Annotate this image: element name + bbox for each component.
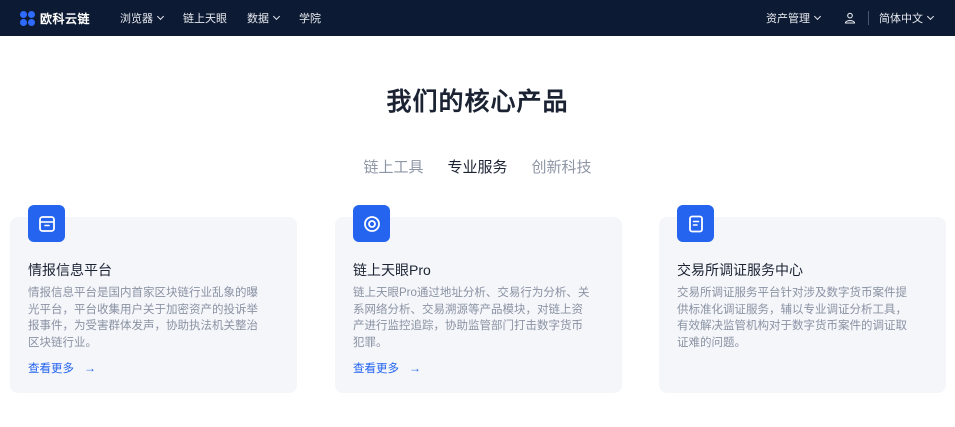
top-navbar: 欧科云链 浏览器 链上天眼 数据 学院 资产管理 简体中文	[0, 0, 955, 36]
card-description: 情报信息平台是国内首家区块链行业乱象的曝光平台，平台收集用户关于加密资产的投诉举…	[28, 287, 258, 349]
language-label: 简体中文	[879, 13, 923, 25]
view-more-label: 查看更多	[353, 363, 399, 375]
nav-item-label: 浏览器	[120, 13, 153, 25]
logo[interactable]: 欧科云链	[19, 9, 90, 27]
view-more-link[interactable]: 查看更多 →	[28, 360, 96, 376]
nav-item-academy[interactable]: 学院	[299, 10, 321, 26]
chevron-down-icon	[926, 12, 935, 21]
asset-management-label: 资产管理	[766, 13, 810, 25]
tab-professional-services[interactable]: 专业服务	[447, 156, 507, 177]
document-icon	[677, 205, 714, 242]
card-title: 链上天眼Pro	[353, 262, 431, 278]
card-title: 交易所调证服务中心	[677, 262, 803, 278]
view-more-link[interactable]: 查看更多 →	[353, 360, 421, 376]
target-eye-icon	[353, 205, 390, 242]
nav-item-browser[interactable]: 浏览器	[120, 10, 165, 26]
chevron-down-icon	[272, 12, 281, 21]
right-nav: 资产管理 简体中文	[766, 0, 935, 36]
tab-onchain-tools[interactable]: 链上工具	[363, 156, 423, 177]
product-card-onchain-eye-pro[interactable]: 链上天眼Pro 链上天眼Pro通过地址分析、交易行为分析、关系网络分析、交易溯源…	[335, 205, 622, 393]
page-title: 我们的核心产品	[386, 88, 569, 116]
view-more-label: 查看更多	[28, 363, 74, 375]
chevron-down-icon	[813, 12, 822, 21]
user-icon[interactable]	[844, 12, 856, 24]
nav-item-label: 数据	[247, 13, 269, 25]
card-description: 链上天眼Pro通过地址分析、交易行为分析、关系网络分析、交易溯源等产品模块，对链…	[353, 287, 590, 349]
logo-icon	[19, 10, 36, 27]
nav-item-label: 链上天眼	[183, 13, 227, 25]
arrow-right-icon: →	[84, 361, 96, 375]
nav-item-label: 学院	[299, 13, 321, 25]
card-title: 情报信息平台	[28, 262, 112, 278]
asset-management-menu[interactable]: 资产管理	[766, 10, 822, 26]
nav-item-onchain-eye[interactable]: 链上天眼	[183, 10, 227, 26]
arrow-right-icon: →	[409, 361, 421, 375]
product-tabs: 链上工具 专业服务 创新科技	[0, 156, 955, 177]
card-description: 交易所调证服务平台针对涉及数字货币案件提供标准化调证服务，辅以专业调证分析工具，…	[677, 287, 907, 349]
product-card-intel-platform[interactable]: 情报信息平台 情报信息平台是国内首家区块链行业乱象的曝光平台，平台收集用户关于加…	[10, 205, 297, 393]
product-card-exchange-evidence[interactable]: 交易所调证服务中心 交易所调证服务平台针对涉及数字货币案件提供标准化调证服务，辅…	[659, 205, 946, 393]
logo-text: 欧科云链	[40, 11, 91, 26]
language-selector[interactable]: 简体中文	[879, 10, 935, 26]
nav-item-data[interactable]: 数据	[247, 10, 281, 26]
chevron-down-icon	[156, 12, 165, 21]
archive-box-icon	[28, 205, 65, 242]
tab-innovation-tech[interactable]: 创新科技	[532, 156, 592, 177]
main-nav: 浏览器 链上天眼 数据 学院	[120, 0, 341, 36]
divider	[868, 11, 869, 25]
